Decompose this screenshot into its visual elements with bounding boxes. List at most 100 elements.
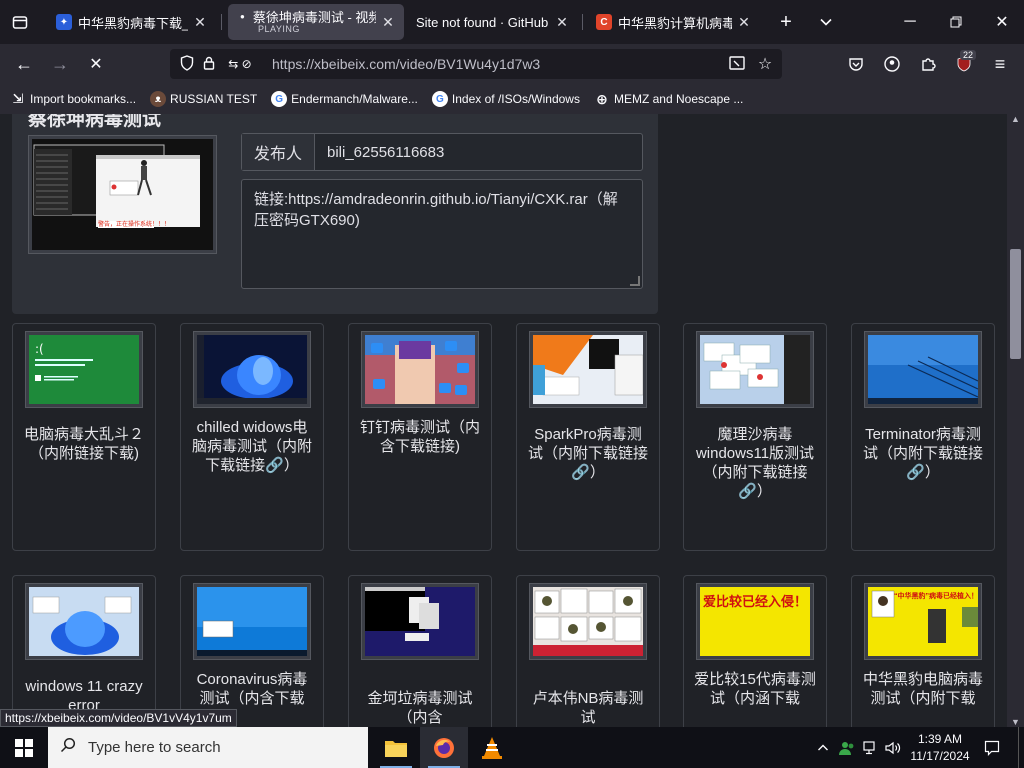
list-all-tabs-button[interactable] (804, 0, 848, 44)
card-thumbnail (529, 331, 647, 408)
scroll-up-arrow-icon[interactable]: ▲ (1007, 114, 1024, 124)
card-title[interactable]: 魔理沙病毒windows11版测试（内附下载链接🔗） (694, 425, 816, 501)
chevron-down-icon (820, 18, 832, 26)
minimize-button[interactable]: ─ (888, 0, 932, 44)
extensions-button[interactable] (912, 48, 944, 80)
people-tray-button[interactable] (836, 727, 858, 768)
blocked-count-badge: 22 (960, 50, 977, 60)
folder-icon (385, 740, 407, 757)
description-textarea[interactable]: 链接:https://amdradeonrin.github.io/Tianyi… (241, 179, 643, 289)
network-button[interactable] (860, 727, 882, 768)
bookmark-russian-test[interactable]: ᴥ RUSSIAN TEST (150, 91, 257, 107)
card-thumbnail: 爱比较已经入侵！ (696, 583, 814, 660)
speaker-icon (885, 741, 901, 754)
meme-collage-image (533, 587, 643, 656)
lock-icon[interactable] (198, 56, 220, 73)
restore-icon (950, 16, 962, 28)
video-card[interactable]: chilled widows电脑病毒测试（内附下载链接🔗） (180, 323, 324, 551)
close-tab-icon[interactable]: ✕ (380, 14, 396, 31)
pocket-button[interactable] (840, 48, 872, 80)
firefox-icon (434, 737, 454, 758)
close-window-button[interactable]: ✕ (980, 0, 1024, 44)
volume-button[interactable] (882, 727, 904, 768)
video-card[interactable]: 魔理沙病毒windows11版测试（内附下载链接🔗） (683, 323, 827, 551)
publisher-value[interactable]: bili_62556116683 (315, 134, 444, 170)
card-title[interactable]: SparkPro病毒测试（内附下载链接🔗） (527, 425, 649, 482)
shield-icon[interactable] (176, 54, 198, 74)
start-button[interactable] (0, 727, 48, 768)
video-card[interactable]: 爱比较已经入侵！ 爱比较15代病毒测试（内涵下载 (683, 575, 827, 727)
cmd-windows-image (365, 587, 475, 656)
chevron-up-icon (818, 744, 828, 750)
bookmark-star-icon[interactable]: ☆ (754, 54, 776, 74)
file-explorer-app[interactable] (372, 727, 420, 768)
close-tab-icon[interactable]: ✕ (192, 14, 208, 31)
video-card[interactable]: 金坷垃病毒测试（内含 (348, 575, 492, 727)
video-thumbnail[interactable]: 警告，正在操作系统！！！ (28, 135, 217, 254)
scrollbar-thumb[interactable] (1010, 249, 1021, 359)
vlc-cone-icon (482, 736, 502, 759)
people-icon (839, 741, 854, 755)
windows-taskbar: Type here to search 1:39 AM 11/17/2024 (0, 727, 1024, 768)
vlc-app[interactable] (468, 727, 516, 768)
bookmark-memz[interactable]: ⊕ MEMZ and Noescape ... (594, 91, 743, 107)
bookmark-isos-windows[interactable]: G Index of /ISOs/Windows (431, 91, 580, 107)
card-title[interactable]: 中华黑豹电脑病毒测试（内附下载 (862, 670, 984, 708)
tab-csdn[interactable]: C 中华黑豹计算机病毒,另 ✕ (588, 4, 760, 40)
permissions-icon[interactable]: ⇆ ⊘ (220, 57, 260, 71)
url-bar[interactable]: ⇆ ⊘ https://xbeibeix.com/video/BV1Wu4y1d… (170, 49, 782, 79)
video-card[interactable]: Terminator病毒测试（内附下载链接🔗） (851, 323, 995, 551)
taskbar-search-box[interactable]: Type here to search (48, 727, 368, 768)
card-title[interactable]: chilled widows电脑病毒测试（内附下载链接🔗） (191, 418, 313, 475)
new-tab-button[interactable]: + (764, 0, 808, 44)
url-text[interactable]: https://xbeibeix.com/video/BV1Wu4y1d7w3 (272, 56, 726, 72)
bookmark-endermanch[interactable]: G Endermanch/Malware... (271, 91, 418, 107)
video-card[interactable]: “中华黑豹”病毒已经植入！ 中华黑豹电脑病毒测试（内附下载 (851, 575, 995, 727)
taskbar-clock[interactable]: 1:39 AM 11/17/2024 (905, 731, 975, 765)
restore-button[interactable] (934, 0, 978, 44)
card-title[interactable]: 卢本伟NB病毒测试 (527, 689, 649, 727)
close-tab-icon[interactable]: ✕ (736, 14, 752, 31)
action-center-button[interactable] (978, 727, 1006, 768)
clock-date: 11/17/2024 (910, 749, 970, 763)
card-title[interactable]: 电脑病毒大乱斗２（内附链接下载) (23, 425, 145, 463)
card-title[interactable]: Coronavirus病毒测试（内含下载 (191, 670, 313, 708)
download-link-text[interactable]: 链接:https://amdradeonrin.github.io/Tianyi… (254, 191, 618, 229)
close-tab-icon[interactable]: ✕ (554, 14, 570, 31)
tab-playing-label: PLAYING (258, 24, 300, 34)
forward-button[interactable]: → (44, 48, 76, 80)
card-title[interactable]: 钉钉病毒测试（内含下载链接) (359, 418, 481, 456)
resize-grip-icon[interactable] (630, 276, 640, 286)
tab-github-pages[interactable]: Site not found · GitHub Pag ✕ (408, 4, 578, 40)
video-card[interactable]: :( 电脑病毒大乱斗２（内附链接下载) (12, 323, 156, 551)
firefox-view-button[interactable] (0, 0, 40, 44)
page-scrollbar[interactable]: ▲ ▼ (1007, 114, 1024, 727)
video-card[interactable]: 卢本伟NB病毒测试 (516, 575, 660, 727)
firefox-app[interactable] (420, 727, 468, 768)
tab-video-playing[interactable]: ● 蔡徐坤病毒测试 - 视频 PLAYING ✕ (228, 4, 404, 40)
card-title[interactable]: 爱比较15代病毒测试（内涵下载 (694, 670, 816, 708)
card-thumbnail: :( (25, 331, 143, 408)
show-desktop-button[interactable] (1018, 727, 1024, 768)
show-hidden-icons-button[interactable] (812, 727, 834, 768)
app-menu-button[interactable]: ≡ (984, 48, 1016, 80)
puzzle-icon (922, 58, 936, 71)
tab-baidu[interactable]: ✦ 中华黑豹病毒下载_百度 ✕ (48, 4, 216, 40)
clock-time: 1:39 AM (917, 732, 963, 746)
video-card[interactable]: 钉钉病毒测试（内含下载链接) (348, 323, 492, 551)
video-card[interactable]: windows 11 crazy error (12, 575, 156, 727)
csdn-c-icon: C (596, 14, 612, 30)
card-title[interactable]: Terminator病毒测试（内附下载链接🔗） (862, 425, 984, 482)
back-button[interactable]: ← (8, 48, 40, 80)
video-card[interactable]: Coronavirus病毒测试（内含下载 (180, 575, 324, 727)
reader-view-icon[interactable] (726, 55, 748, 73)
video-card[interactable]: SparkPro病毒测试（内附下载链接🔗） (516, 323, 660, 551)
bookmark-import[interactable]: ⇲ Import bookmarks... (10, 91, 136, 107)
bookmark-label: RUSSIAN TEST (170, 92, 258, 106)
account-button[interactable] (876, 48, 908, 80)
scroll-down-arrow-icon[interactable]: ▼ (1007, 717, 1024, 727)
plus-icon: + (780, 10, 792, 33)
anime-collage-image (365, 335, 475, 404)
stop-loading-button[interactable]: ✕ (80, 48, 112, 80)
card-title[interactable]: 金坷垃病毒测试（内含 (359, 689, 481, 727)
